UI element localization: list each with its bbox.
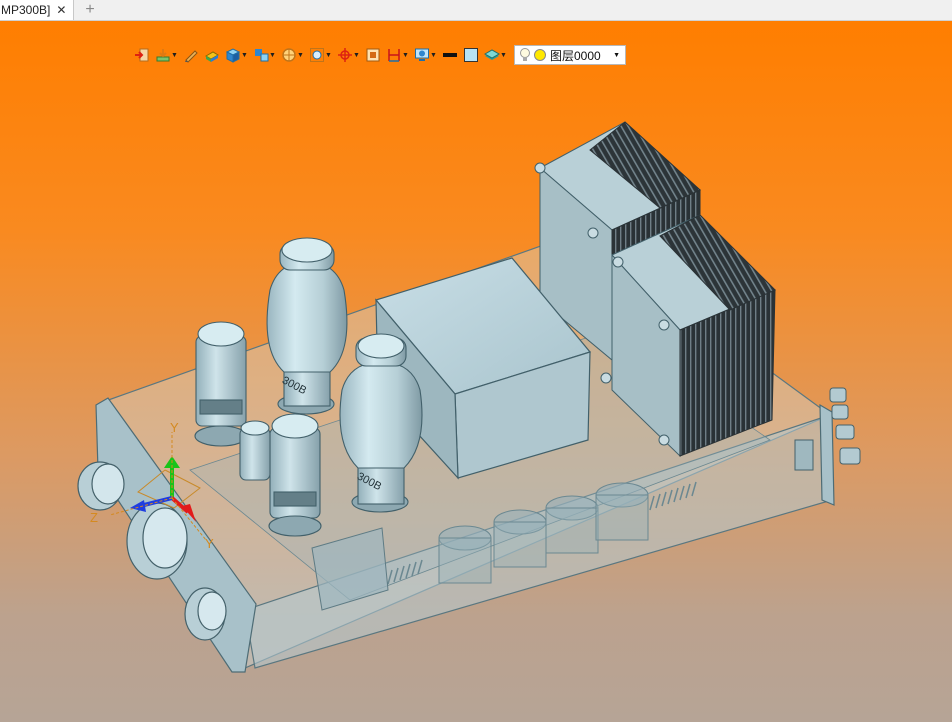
triad-y2-label: Y [205, 536, 214, 551]
line-style-icon [443, 53, 457, 57]
chevron-down-icon: ▼ [613, 51, 620, 59]
chevron-down-icon: ▼ [171, 51, 178, 59]
view-toolbar: ▼ ▼ ▼ ▼ ▼ ▼ ▼ ▼ ▼ 图层0000 ▼ [132, 43, 626, 67]
line-style-button[interactable] [440, 44, 460, 66]
triad-y-label: Y [170, 420, 179, 435]
chevron-down-icon: ▼ [353, 51, 360, 59]
origin-button[interactable]: ▼ [335, 44, 362, 66]
layer-stack-icon [484, 49, 500, 60]
document-tab-title: MP300B] [1, 3, 51, 17]
snap-icon [156, 49, 170, 62]
dimension-icon [388, 49, 400, 62]
render-mode-icon [205, 51, 219, 62]
new-tab-icon[interactable]: + [82, 0, 98, 20]
render-mode-button[interactable] [202, 44, 222, 66]
pen-button[interactable] [181, 44, 201, 66]
import-icon [135, 48, 149, 62]
zoom-fit-button[interactable]: ▼ [307, 44, 334, 66]
lightbulb-icon [520, 48, 530, 61]
pen-icon [185, 50, 198, 63]
layer-color-icon [534, 49, 546, 61]
zoom-fit-icon [310, 48, 324, 62]
chevron-down-icon: ▼ [297, 51, 304, 59]
snap-button[interactable]: ▼ [153, 44, 180, 66]
origin-icon [338, 48, 352, 62]
frame-icon [366, 48, 380, 62]
chevron-down-icon: ▼ [402, 51, 409, 59]
chevron-down-icon: ▼ [241, 51, 248, 59]
document-tab[interactable]: MP300B] ✕ [0, 0, 74, 20]
display-button[interactable]: ▼ [412, 44, 439, 66]
close-tab-icon[interactable]: ✕ [56, 3, 66, 17]
chevron-down-icon: ▼ [430, 51, 437, 59]
triad-z-label: Z [90, 510, 98, 525]
chevron-down-icon: ▼ [500, 51, 507, 59]
color-swatch-button[interactable] [461, 44, 481, 66]
section-button[interactable]: ▼ [279, 44, 306, 66]
amplifier-model[interactable]: 300B 300B Y Z Y [0, 21, 952, 722]
import-button[interactable] [132, 44, 152, 66]
section-icon [282, 48, 296, 62]
view-orient-button[interactable]: ▼ [251, 44, 278, 66]
chevron-down-icon: ▼ [269, 51, 276, 59]
layer-name: 图层0000 [550, 48, 601, 63]
color-swatch-icon [464, 48, 478, 62]
document-tab-bar: MP300B] ✕ + [0, 0, 952, 21]
chevron-down-icon: ▼ [325, 51, 332, 59]
layer-selector[interactable]: 图层0000 ▼ [514, 45, 626, 65]
cube-view-button[interactable]: ▼ [223, 44, 250, 66]
cube-view-icon [225, 48, 241, 63]
view-orient-icon [255, 49, 269, 62]
3d-viewport[interactable]: 300B 300B Y Z Y ▼ ▼ ▼ ▼ ▼ ▼ ▼ ▼ ▼ 图层0000… [0, 21, 952, 722]
frame-button[interactable] [363, 44, 383, 66]
dimension-button[interactable]: ▼ [384, 44, 411, 66]
display-icon [415, 48, 429, 61]
layer-stack-button[interactable]: ▼ [482, 44, 509, 66]
